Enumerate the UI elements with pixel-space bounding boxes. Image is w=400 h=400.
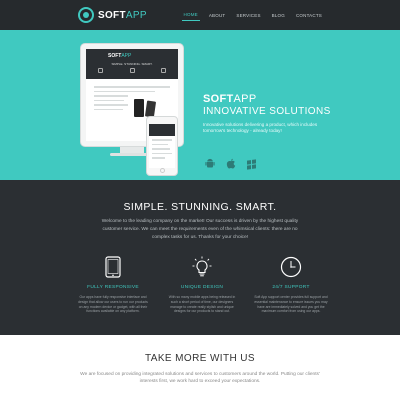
feature-desc: With so many mobile apps being released …	[168, 295, 236, 314]
nav-item-blog[interactable]: BLOG	[270, 10, 287, 21]
nav-item-about[interactable]: ABOUT	[207, 10, 228, 21]
hero-description: Innovative solutions delivering a produc…	[203, 122, 318, 133]
nav-item-services[interactable]: SERVICES	[234, 10, 262, 21]
features-section: SIMPLE. STUNNING. SMART. Welcome to the …	[0, 180, 400, 335]
lightbulb-icon	[165, 256, 239, 278]
logo-bold: SOFT	[98, 9, 126, 21]
android-icon[interactable]	[205, 158, 215, 171]
hero-text: SOFTAPP INNOVATIVE SOLUTIONS Innovative …	[203, 93, 333, 134]
nav-item-home[interactable]: HOME	[181, 9, 200, 21]
nav-item-contacts[interactable]: CONTACTS	[294, 10, 324, 21]
take-more-section: TAKE MORE WITH US We are focused on prov…	[0, 335, 400, 400]
clock-icon	[254, 256, 328, 278]
features-list: FULLY RESPONSIVE Our apps have fully res…	[76, 256, 328, 314]
site-logo[interactable]: SOFTAPP	[98, 10, 147, 21]
features-intro: Welcome to the leading company on the ma…	[101, 219, 299, 240]
hero-section: SOFTAPP SIMPLE. STUNNING. SMART. SOFTAPP…	[0, 30, 400, 180]
hero-title-light: APP	[233, 93, 257, 105]
platform-links	[205, 158, 256, 171]
tablet-icon	[76, 256, 150, 278]
feature-name: UNIQUE DESIGN	[180, 285, 224, 290]
main-nav: HOME ABOUT SERVICES BLOG CONTACTS	[181, 0, 324, 30]
hero-subtitle: INNOVATIVE SOLUTIONS	[203, 106, 331, 117]
logo-icon[interactable]	[78, 7, 94, 23]
take-more-description: We are focused on providing integrated s…	[80, 372, 320, 384]
features-title: SIMPLE. STUNNING. SMART.	[123, 201, 277, 213]
take-more-title: TAKE MORE WITH US	[145, 353, 255, 364]
windows-icon[interactable]	[247, 159, 256, 170]
feature-name: FULLY RESPONSIVE	[87, 285, 139, 290]
feature-design: UNIQUE DESIGN With so many mobile apps b…	[165, 256, 239, 314]
hero-title-bold: SOFT	[203, 93, 234, 105]
logo-light: APP	[125, 9, 147, 21]
feature-responsive: FULLY RESPONSIVE Our apps have fully res…	[76, 256, 150, 314]
feature-desc: Our apps have fully responsive interface…	[78, 295, 148, 314]
apple-icon[interactable]	[226, 158, 236, 171]
site-header: SOFTAPP HOME ABOUT SERVICES BLOG CONTACT…	[0, 0, 400, 30]
feature-support: 24/7 SUPPORT Soft App support center pro…	[254, 256, 328, 314]
feature-name: 24/7 SUPPORT	[272, 285, 310, 290]
phone-mockup	[146, 116, 178, 176]
feature-desc: Soft App support center provides full su…	[254, 295, 328, 314]
hero-title: SOFTAPP	[203, 93, 333, 105]
